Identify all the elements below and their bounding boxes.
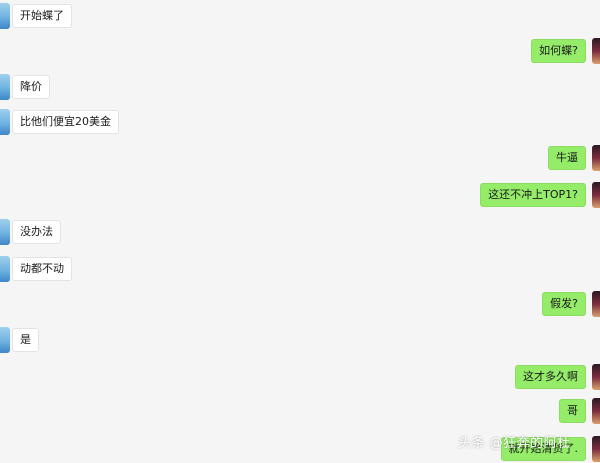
my-avatar[interactable] — [592, 364, 600, 390]
watermark: 头条 @狂奔的阿杜 — [458, 436, 571, 451]
contact-avatar[interactable] — [0, 256, 10, 282]
my-avatar[interactable] — [592, 436, 600, 462]
message-bubble[interactable]: 降价 — [12, 75, 50, 99]
message-bubble[interactable]: 开始蝶了 — [12, 4, 72, 28]
contact-avatar[interactable] — [0, 219, 10, 245]
message-bubble[interactable]: 比他们便宜20美金 — [12, 110, 119, 134]
message-bubble[interactable]: 这才多久啊 — [515, 365, 586, 389]
message-bubble[interactable]: 这还不冲上TOP1? — [480, 183, 586, 207]
message-bubble[interactable]: 哥 — [559, 399, 586, 423]
my-avatar[interactable] — [592, 182, 600, 208]
message-bubble[interactable]: 是 — [12, 328, 39, 352]
contact-avatar[interactable] — [0, 74, 10, 100]
message-bubble[interactable]: 假发? — [542, 292, 586, 316]
chat-message-list[interactable]: 开始蝶了 如何蝶? 降价 比他们便宜20美金 牛逼 这还不冲上TOP1? 没办法… — [0, 0, 600, 463]
message-bubble[interactable]: 牛逼 — [548, 146, 586, 170]
my-avatar[interactable] — [592, 398, 600, 424]
message-bubble[interactable]: 动都不动 — [12, 257, 72, 281]
message-bubble[interactable]: 如何蝶? — [531, 39, 586, 63]
contact-avatar[interactable] — [0, 3, 10, 29]
contact-avatar[interactable] — [0, 327, 10, 353]
my-avatar[interactable] — [592, 38, 600, 64]
message-bubble[interactable]: 没办法 — [12, 220, 61, 244]
my-avatar[interactable] — [592, 291, 600, 317]
contact-avatar[interactable] — [0, 109, 10, 135]
my-avatar[interactable] — [592, 145, 600, 171]
